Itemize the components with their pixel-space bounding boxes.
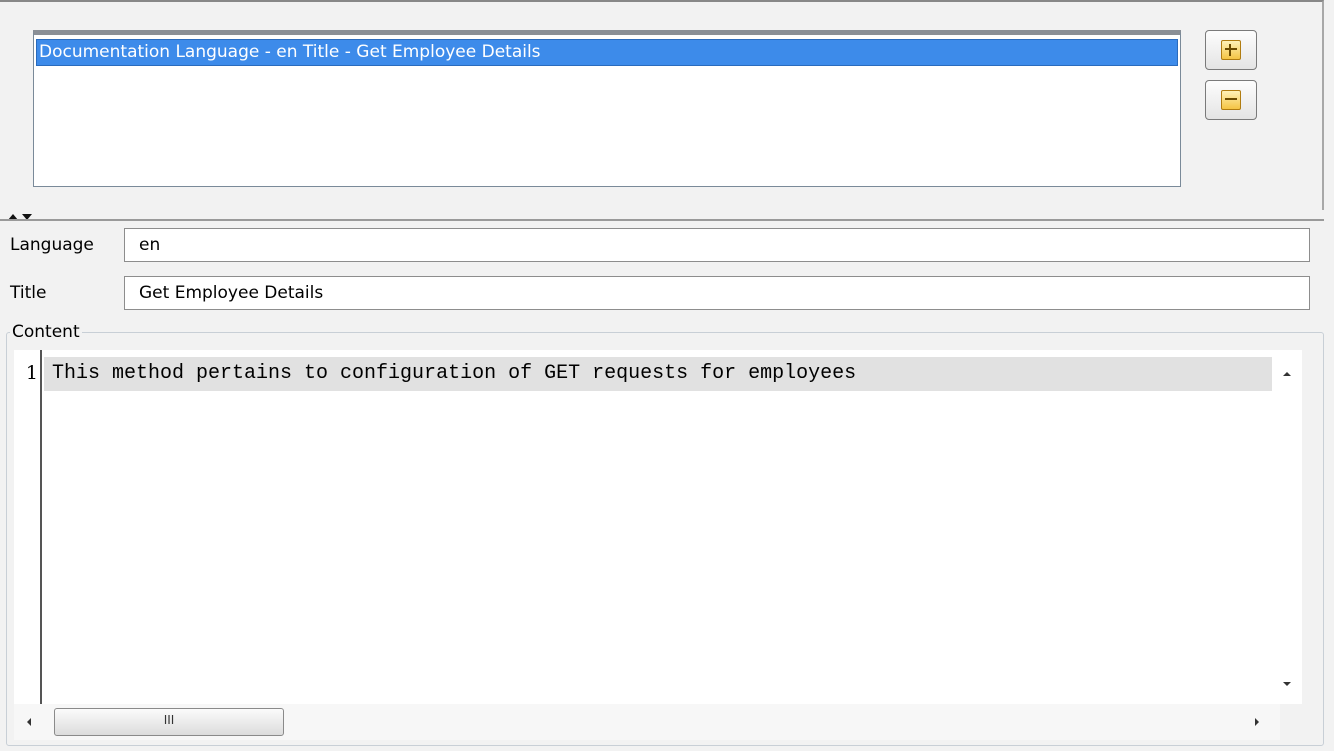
language-input[interactable]: en	[124, 228, 1310, 262]
content-label: Content	[10, 322, 82, 342]
line-number: 1	[25, 362, 38, 384]
line-number-gutter: 1	[14, 350, 42, 704]
remove-documentation-button[interactable]	[1205, 80, 1257, 120]
horizontal-scroll-thumb[interactable]: III	[54, 708, 284, 736]
list-item[interactable]: Documentation Language - en Title - Get …	[36, 39, 1178, 66]
vertical-scrollbar[interactable]	[1272, 350, 1302, 704]
scroll-left-icon[interactable]	[24, 716, 34, 728]
plus-icon	[1221, 40, 1241, 60]
add-documentation-button[interactable]	[1205, 30, 1257, 70]
scrollbar-corner	[1280, 704, 1302, 740]
scroll-down-icon[interactable]	[1281, 680, 1293, 688]
splitter-divider[interactable]	[0, 219, 1324, 221]
content-editor[interactable]	[14, 350, 1280, 704]
title-label: Title	[10, 283, 47, 303]
language-label: Language	[10, 235, 94, 255]
title-input[interactable]: Get Employee Details	[124, 276, 1310, 310]
scroll-up-icon[interactable]	[1281, 370, 1293, 378]
scroll-right-icon[interactable]	[1252, 716, 1262, 728]
minus-icon	[1221, 90, 1241, 110]
documentation-list[interactable]: Documentation Language - en Title - Get …	[33, 30, 1181, 187]
editor-line[interactable]: This method pertains to configuration of…	[52, 362, 856, 386]
